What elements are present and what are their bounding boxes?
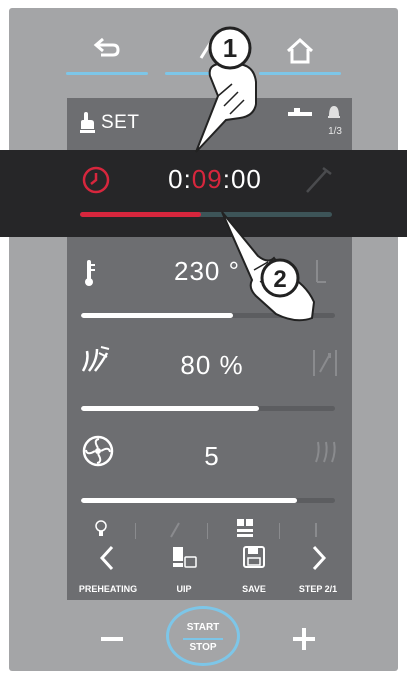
callout-1-number: 1	[223, 33, 237, 63]
uip-label: UIP	[176, 584, 192, 594]
uip-button[interactable]: UIP	[153, 545, 215, 600]
separator	[279, 523, 280, 539]
humidity-slider[interactable]	[81, 406, 335, 411]
steam-icon[interactable]	[310, 436, 340, 468]
chevron-left-icon	[99, 545, 114, 571]
increase-button[interactable]	[289, 624, 319, 654]
step-count: 1/3	[328, 126, 342, 137]
humidity-icon	[81, 346, 110, 372]
hand-touch-icon	[80, 112, 95, 133]
probe-timer-icon[interactable]	[301, 162, 335, 196]
oven-uip-icon	[173, 547, 197, 568]
timer-row: 0:09:00	[0, 150, 407, 237]
timer-value[interactable]: 0:09:00	[150, 164, 280, 195]
damper-icon[interactable]	[308, 346, 342, 380]
probe-icon[interactable]	[167, 519, 183, 539]
timer-minutes: 09	[191, 164, 223, 194]
humidity-slider-fill	[81, 406, 259, 411]
back-underline	[66, 72, 148, 75]
options-marker	[315, 523, 317, 537]
step-next-button[interactable]: STEP 2/1	[285, 545, 351, 600]
callout-2-number: 2	[273, 266, 286, 293]
preheating-button[interactable]: PREHEATING	[69, 545, 147, 600]
light-bulb-icon[interactable]	[93, 519, 109, 539]
start-stop-button[interactable]: START STOP	[166, 606, 240, 666]
start-stop-divider	[183, 638, 223, 640]
options-row	[67, 513, 352, 543]
timer-seconds: :00	[222, 164, 262, 194]
bell-icon	[328, 106, 340, 118]
save-button[interactable]: SAVE	[223, 545, 285, 600]
bottom-action-row: PREHEATING UIP SAVE STEP 2/1	[67, 543, 352, 600]
clock-icon	[82, 166, 110, 194]
timer-hours: 0:	[168, 164, 192, 194]
thermometer-icon	[85, 260, 95, 286]
fan-icon	[82, 435, 114, 467]
separator	[207, 523, 208, 539]
temperature-slider-fill	[81, 313, 234, 318]
recipe-grid-icon[interactable]	[235, 517, 255, 539]
plus-icon-v	[302, 628, 306, 650]
stop-label: STOP	[189, 642, 217, 653]
save-label: SAVE	[242, 584, 266, 594]
fan-speed-value[interactable]: 5	[157, 441, 267, 472]
start-label: START	[186, 622, 220, 633]
tray-icon	[288, 108, 312, 116]
step-label: STEP 2/1	[298, 584, 338, 594]
hand-pointer-2-icon: 2	[221, 211, 316, 322]
back-arrow-icon	[93, 37, 120, 57]
chevron-right-icon	[312, 545, 327, 571]
home-underline	[259, 72, 341, 75]
fan-speed-slider[interactable]	[81, 498, 335, 503]
humidity-value[interactable]: 80 %	[157, 350, 267, 381]
timer-slider-fill	[80, 212, 201, 217]
minus-icon	[101, 637, 123, 641]
set-label: SET	[101, 112, 140, 133]
floppy-disk-icon	[243, 546, 265, 568]
hand-pointer-1-icon: 1	[195, 26, 257, 153]
decrease-button[interactable]	[97, 624, 127, 654]
preheating-label: PREHEATING	[78, 584, 138, 594]
fan-speed-slider-fill	[81, 498, 297, 503]
home-icon	[286, 37, 314, 64]
separator	[135, 523, 136, 539]
